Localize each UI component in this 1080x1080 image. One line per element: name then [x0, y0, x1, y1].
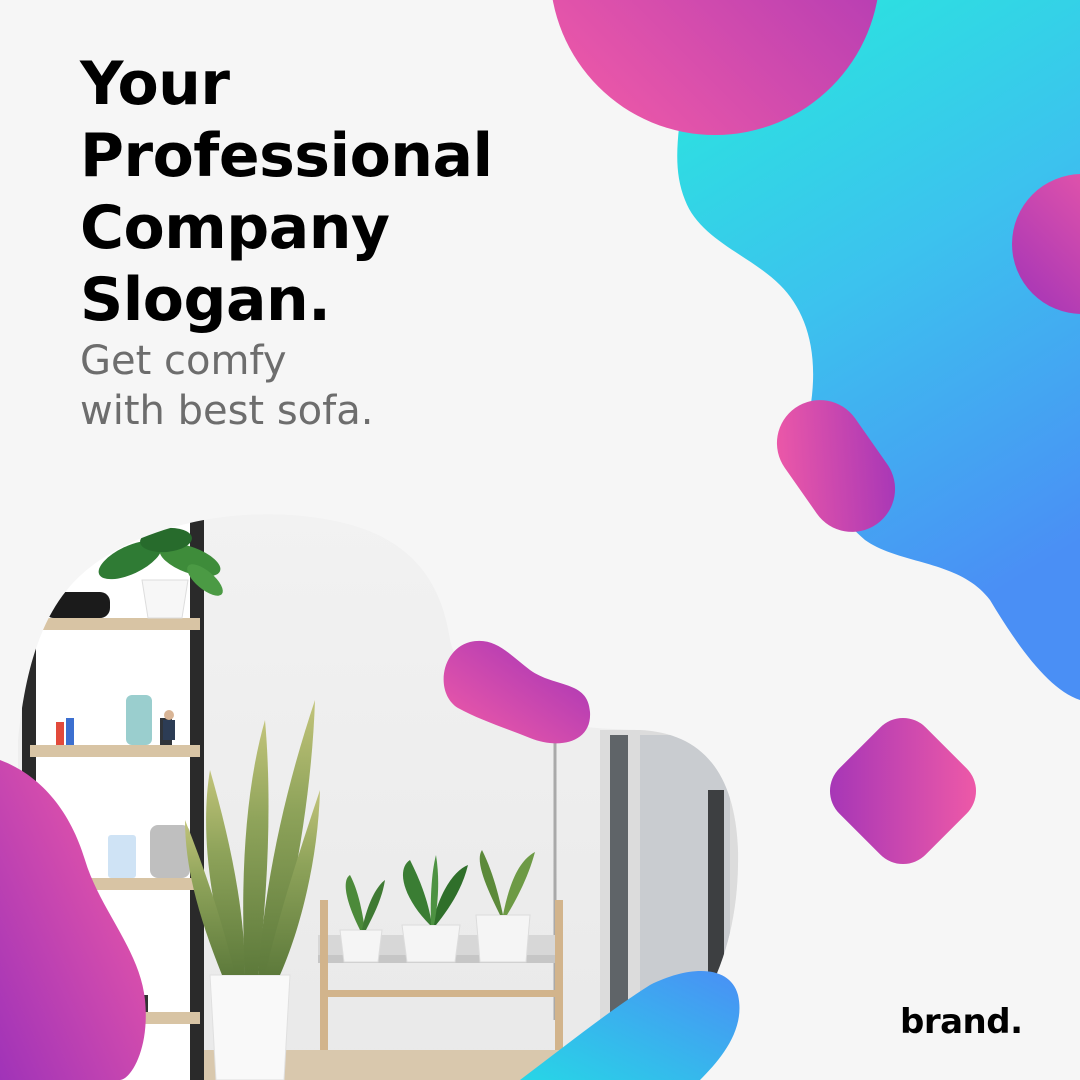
brand-logo: brand.	[900, 1002, 1023, 1042]
social-post-canvas: Your Professional Company Slogan. Get co…	[0, 0, 1080, 1080]
subheadline-line: with best sofa.	[80, 388, 374, 434]
headline-line: Your	[80, 49, 230, 119]
headline-line: Slogan.	[80, 265, 331, 335]
headline: Your Professional Company Slogan.	[80, 48, 640, 336]
subheadline-line: Get comfy	[80, 338, 287, 384]
headline-line: Company	[80, 193, 390, 263]
headline-line: Professional	[80, 121, 493, 191]
subheadline: Get comfy with best sofa.	[80, 336, 600, 436]
pink-diamond	[829, 717, 977, 865]
